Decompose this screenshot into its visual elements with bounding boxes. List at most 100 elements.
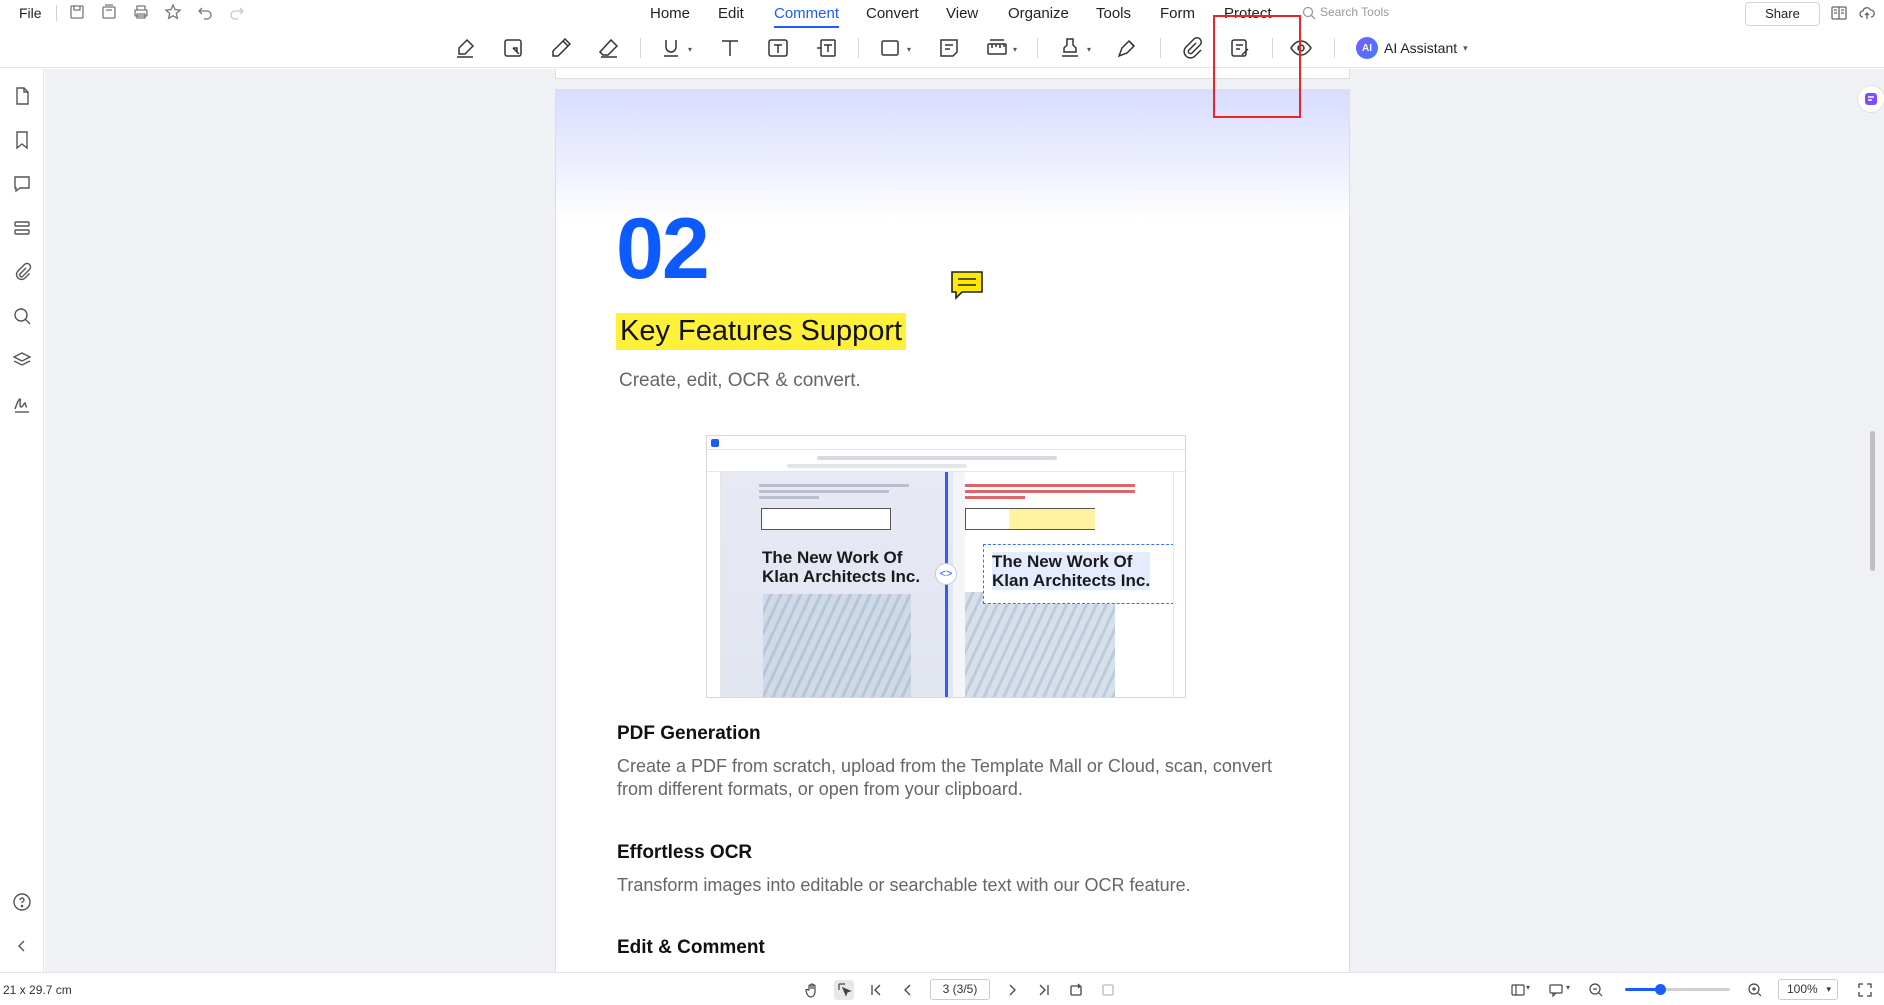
hand-tool-icon[interactable]: [802, 980, 822, 1000]
pencil-tool[interactable]: [546, 33, 576, 63]
text-icon: [722, 40, 738, 56]
fields-icon[interactable]: [11, 217, 33, 239]
chevron-down-icon[interactable]: ▾: [1087, 45, 1091, 54]
text-tool[interactable]: [715, 33, 745, 63]
sticky-note-annotation-icon[interactable]: [950, 270, 984, 300]
page-size-label: 21 x 29.7 cm: [3, 983, 72, 997]
chevron-down-icon[interactable]: ▾: [688, 45, 692, 54]
textbox-tool[interactable]: [763, 33, 793, 63]
page-number-input[interactable]: 3 (3/5): [930, 979, 990, 1000]
save-icon[interactable]: [68, 3, 86, 21]
fullscreen-icon[interactable]: [1855, 980, 1875, 1000]
ai-assistant-button[interactable]: AI AI Assistant ▾: [1356, 35, 1468, 61]
measure-tool[interactable]: [982, 33, 1012, 63]
first-page-icon[interactable]: [866, 980, 886, 1000]
embedded-app-screenshot: The New Work Of Klan Architects Inc. <> …: [706, 435, 1186, 698]
file-menu[interactable]: File: [19, 5, 42, 21]
embedded-toolbar: [707, 450, 1185, 472]
chevron-down-icon: ▾: [1463, 42, 1468, 53]
rectangle-icon: [881, 40, 899, 56]
zoom-slider[interactable]: [1625, 984, 1730, 995]
embedded-right-rail: [1173, 472, 1185, 697]
save-as-icon[interactable]: [100, 3, 118, 21]
crop-page-icon[interactable]: [1098, 980, 1118, 1000]
building-image: [763, 594, 911, 697]
menu-organize[interactable]: Organize: [1008, 5, 1069, 22]
shape-tool[interactable]: [875, 33, 905, 63]
menu-edit[interactable]: Edit: [718, 5, 744, 22]
embedded-left-heading: The New Work Of Klan Architects Inc.: [762, 548, 921, 586]
toolbar-divider: [1334, 38, 1335, 58]
compare-divider: [945, 472, 948, 697]
zoom-in-icon[interactable]: [1745, 980, 1765, 1000]
document-viewer[interactable]: 02 Key Features Support Create, edit, OC…: [45, 69, 1884, 972]
attachment-tool[interactable]: [1177, 33, 1207, 63]
chevron-down-icon[interactable]: ▾: [1526, 983, 1530, 992]
menu-home[interactable]: Home: [650, 5, 690, 22]
menu-view[interactable]: View: [946, 5, 978, 22]
page-thumbnails-icon[interactable]: [11, 85, 33, 107]
eraser-tool[interactable]: [594, 33, 624, 63]
area-highlight-tool[interactable]: [498, 33, 528, 63]
underline-tool[interactable]: [656, 33, 686, 63]
menu-form[interactable]: Form: [1160, 5, 1195, 22]
signature-icon[interactable]: [11, 393, 33, 415]
compare-handle-icon: <>: [935, 563, 957, 585]
vertical-scrollbar[interactable]: [1870, 431, 1875, 571]
eraser-icon: [598, 38, 619, 58]
star-icon[interactable]: [164, 3, 182, 21]
pdf-page[interactable]: 02 Key Features Support Create, edit, OC…: [555, 89, 1350, 972]
note-icon: [940, 39, 958, 57]
ruler-icon: [987, 39, 1007, 55]
attachment-icon[interactable]: [11, 261, 33, 283]
help-icon[interactable]: [11, 891, 33, 913]
section-body: Transform images into editable or search…: [617, 875, 1191, 895]
section-heading: Effortless OCR: [617, 842, 753, 863]
ai-float-button[interactable]: [1857, 85, 1884, 113]
ai-assistant-label: AI Assistant: [1384, 40, 1458, 56]
next-page-icon[interactable]: [1002, 980, 1022, 1000]
zoom-out-icon[interactable]: [1586, 980, 1606, 1000]
share-button[interactable]: Share: [1745, 2, 1820, 26]
ai-icon: AI: [1356, 37, 1378, 59]
print-icon[interactable]: [132, 3, 150, 21]
select-tool-icon[interactable]: [834, 980, 854, 1000]
rotate-page-icon[interactable]: [1066, 980, 1086, 1000]
previous-page-icon[interactable]: [898, 980, 918, 1000]
page-layout-icon[interactable]: [1508, 980, 1528, 1000]
signature-tool[interactable]: [1112, 33, 1142, 63]
menu-comment[interactable]: Comment: [774, 5, 840, 28]
redo-icon[interactable]: [228, 3, 246, 21]
zoom-level-select[interactable]: 100% ▾: [1778, 979, 1838, 1000]
chevron-down-icon[interactable]: ▾: [907, 45, 911, 54]
underline-icon: [664, 40, 678, 57]
ai-sidebar-icon: [1865, 93, 1877, 105]
section-number: 02: [616, 201, 710, 297]
bookmark-icon[interactable]: [11, 129, 33, 151]
last-page-icon[interactable]: [1034, 980, 1054, 1000]
page-subtitle: Create, edit, OCR & convert.: [619, 370, 861, 391]
stamp-tool[interactable]: [1055, 33, 1085, 63]
menu-tools[interactable]: Tools: [1096, 5, 1131, 22]
collapse-sidebar-icon[interactable]: [11, 935, 33, 957]
search-tools-input[interactable]: Search Tools: [1300, 4, 1440, 22]
zoom-slider-thumb[interactable]: [1654, 984, 1666, 995]
highlight-tool[interactable]: [450, 33, 480, 63]
upload-cloud-icon[interactable]: [1858, 4, 1876, 22]
sticky-note-tool[interactable]: [934, 33, 964, 63]
status-bar: 21 x 29.7 cm 3 (3/5) ▾ ▾ 100% ▾: [0, 972, 1884, 1005]
toolbar-divider: [1160, 38, 1161, 58]
comments-icon[interactable]: [11, 173, 33, 195]
search-icon[interactable]: [11, 305, 33, 327]
chevron-down-icon[interactable]: ▾: [1013, 45, 1017, 54]
embedded-left-pane: The New Work Of Klan Architects Inc.: [721, 472, 953, 697]
menu-convert[interactable]: Convert: [866, 5, 919, 22]
undo-icon[interactable]: [196, 3, 214, 21]
comment-view-icon[interactable]: [1546, 980, 1566, 1000]
section-heading: PDF Generation: [617, 723, 761, 744]
chevron-down-icon[interactable]: ▾: [1566, 983, 1570, 992]
reading-mode-icon[interactable]: [1830, 4, 1848, 22]
layers-icon[interactable]: [11, 349, 33, 371]
callout-tool[interactable]: [811, 33, 841, 63]
building-image: [965, 592, 1115, 697]
